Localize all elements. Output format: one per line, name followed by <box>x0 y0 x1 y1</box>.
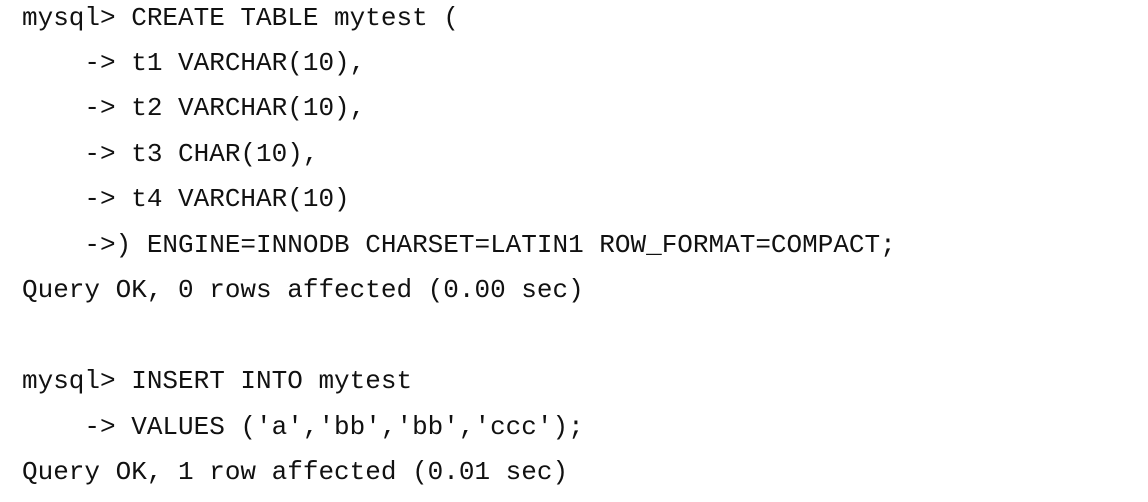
column-t3-definition-line: -> t3 CHAR(10), <box>22 139 319 169</box>
column-t4-definition-line: -> t4 VARCHAR(10) <box>22 184 350 214</box>
create-table-command-line: mysql> CREATE TABLE mytest ( <box>22 3 459 33</box>
create-result-line: Query OK, 0 rows affected (0.00 sec) <box>22 275 584 305</box>
mysql-terminal-output: mysql> CREATE TABLE mytest ( -> t1 VARCH… <box>0 0 1148 502</box>
column-t2-definition-line: -> t2 VARCHAR(10), <box>22 93 366 123</box>
column-t1-definition-line: -> t1 VARCHAR(10), <box>22 48 366 78</box>
insert-command-line: mysql> INSERT INTO mytest <box>22 366 413 396</box>
table-options-line: ->) ENGINE=INNODB CHARSET=LATIN1 ROW_FOR… <box>22 230 896 260</box>
insert-result-line: Query OK, 1 row affected (0.01 sec) <box>22 457 569 487</box>
insert-values-line: -> VALUES ('a','bb','bb','ccc'); <box>22 412 584 442</box>
